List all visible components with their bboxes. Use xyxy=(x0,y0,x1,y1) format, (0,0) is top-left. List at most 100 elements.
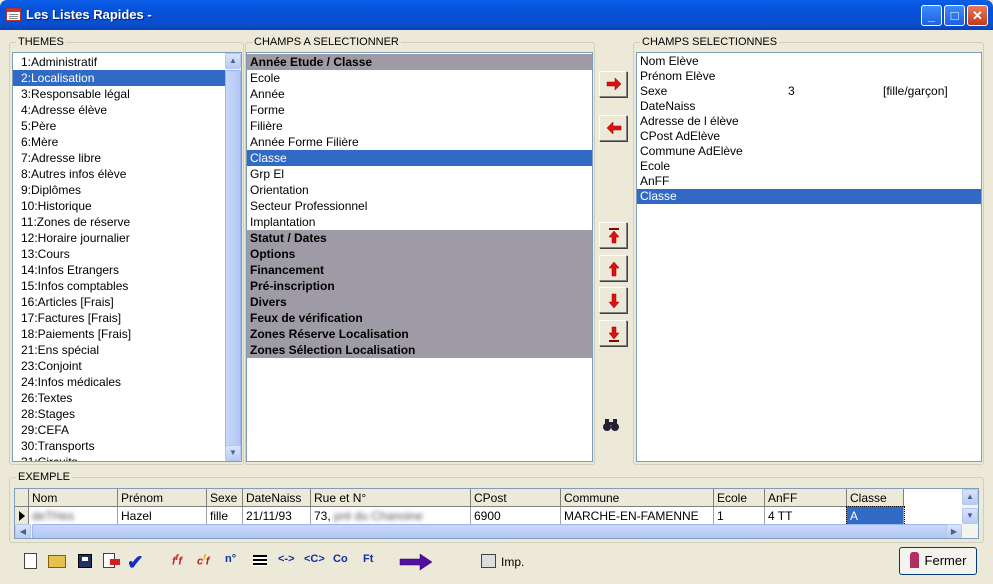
theme-item[interactable]: 24:Infos médicales xyxy=(13,374,225,390)
field-category[interactable]: Zones Réserve Localisation xyxy=(247,326,592,342)
swap-c-button[interactable]: <C> xyxy=(304,553,325,571)
grid-cell[interactable]: deTHes xyxy=(29,507,118,525)
column-header[interactable]: CPost xyxy=(471,489,561,507)
scroll-thumb[interactable] xyxy=(225,70,241,448)
theme-item[interactable]: 31:Circuits xyxy=(13,454,225,461)
ft-button[interactable]: Ft xyxy=(363,553,373,571)
print-icon[interactable] xyxy=(481,554,496,568)
field-category[interactable]: Statut / Dates xyxy=(247,230,592,246)
theme-item[interactable]: 5:Père xyxy=(13,118,225,134)
column-header[interactable]: Commune xyxy=(561,489,714,507)
selected-field-item[interactable]: Sexe 3 [fille/garçon] xyxy=(637,84,981,99)
field-category[interactable]: Financement xyxy=(247,262,592,278)
theme-item[interactable]: 21:Ens spécial xyxy=(13,342,225,358)
field-item[interactable]: Année xyxy=(247,86,592,102)
check-icon[interactable]: ✔ xyxy=(127,550,144,575)
theme-item[interactable]: 9:Diplômes xyxy=(13,182,225,198)
theme-item[interactable]: 14:Infos Etrangers xyxy=(13,262,225,278)
scroll-up-icon[interactable]: ▲ xyxy=(225,53,241,69)
field-category[interactable]: Année Etude / Classe xyxy=(247,54,592,70)
move-bottom-button[interactable] xyxy=(599,320,627,346)
column-header[interactable]: AnFF xyxy=(765,489,847,507)
column-header[interactable]: Ecole xyxy=(714,489,765,507)
move-up-button[interactable] xyxy=(599,255,627,281)
print-label[interactable]: Imp. xyxy=(501,555,524,569)
grid-cell[interactable]: 73, pré du Chanoine xyxy=(311,507,471,525)
theme-item[interactable]: 17:Factures [Frais] xyxy=(13,310,225,326)
grid-cell[interactable]: MARCHE-EN-FAMENNE xyxy=(561,507,714,525)
theme-item[interactable]: 11:Zones de réserve xyxy=(13,214,225,230)
save-icon[interactable] xyxy=(78,554,92,568)
open-folder-icon[interactable] xyxy=(48,555,66,568)
theme-item[interactable]: 3:Responsable légal xyxy=(13,86,225,102)
scroll-down-icon[interactable]: ▼ xyxy=(225,445,241,461)
field-item[interactable]: Forme xyxy=(247,102,592,118)
theme-item[interactable]: 12:Horaire journalier xyxy=(13,230,225,246)
selected-field-item[interactable]: Commune AdElève xyxy=(637,144,981,159)
theme-item[interactable]: 28:Stages xyxy=(13,406,225,422)
column-header[interactable]: Nom xyxy=(29,489,118,507)
theme-item[interactable]: 8:Autres infos élève xyxy=(13,166,225,182)
grid-cell[interactable]: A xyxy=(846,506,905,526)
grid-cell[interactable]: fille xyxy=(207,507,243,525)
column-header[interactable]: Classe xyxy=(847,489,904,507)
column-header[interactable]: DateNaiss xyxy=(243,489,311,507)
field-item[interactable]: Implantation xyxy=(247,214,592,230)
minimize-button[interactable]: _ xyxy=(921,5,942,26)
themes-list[interactable]: 1:Administratif 2:Localisation 3:Responsab… xyxy=(12,52,242,462)
theme-item[interactable]: 15:Infos comptables xyxy=(13,278,225,294)
grid-hscroll[interactable]: ◀ ▶ xyxy=(15,524,978,538)
field-item[interactable]: Orientation xyxy=(247,182,592,198)
selected-field-item[interactable]: DateNaiss xyxy=(637,99,981,114)
font-yellow-icon[interactable]: cff xyxy=(197,553,209,571)
close-button[interactable]: ✕ xyxy=(967,5,988,26)
field-item[interactable]: Filière xyxy=(247,118,592,134)
grid-cell[interactable]: 6900 xyxy=(471,507,561,525)
field-category[interactable]: Zones Sélection Localisation xyxy=(247,342,592,358)
new-file-icon[interactable] xyxy=(24,553,37,569)
example-grid[interactable]: Nom deTHes Prénom Hazel Sexe fille DateNaiss 21… xyxy=(14,488,979,539)
theme-item[interactable]: 30:Transports xyxy=(13,438,225,454)
theme-item[interactable]: 26:Textes xyxy=(13,390,225,406)
scroll-left-icon[interactable]: ◀ xyxy=(15,524,31,538)
go-arrow-icon[interactable] xyxy=(399,553,433,574)
selected-field-item[interactable]: Prénom Elève xyxy=(637,69,981,84)
scroll-down-icon[interactable]: ▼ xyxy=(962,508,978,524)
binoculars-icon[interactable] xyxy=(602,418,620,432)
field-item[interactable]: Ecole xyxy=(247,70,592,86)
field-category[interactable]: Options xyxy=(247,246,592,262)
fields-list[interactable]: Année Etude / Classe Ecole Année Forme Filiè… xyxy=(246,52,593,462)
field-item[interactable]: Grp El xyxy=(247,166,592,182)
grid-cell[interactable]: 21/11/93 xyxy=(243,507,311,525)
grid-cell[interactable]: 1 xyxy=(714,507,765,525)
selected-field-item[interactable]: CPost AdElève xyxy=(637,129,981,144)
selected-field-item[interactable]: Adresse de l élève xyxy=(637,114,981,129)
scroll-thumb[interactable] xyxy=(32,524,952,538)
selected-field-item[interactable]: Ecole xyxy=(637,159,981,174)
scroll-right-icon[interactable]: ▶ xyxy=(946,524,962,538)
grid-cell[interactable]: Hazel xyxy=(118,507,207,525)
theme-item[interactable]: 10:Historique xyxy=(13,198,225,214)
font-red-icon[interactable]: fff xyxy=(172,553,182,571)
theme-item[interactable]: 23:Conjoint xyxy=(13,358,225,374)
column-header[interactable]: Sexe xyxy=(207,489,243,507)
co-button[interactable]: Co xyxy=(333,553,348,571)
move-down-button[interactable] xyxy=(599,287,627,313)
swap-button[interactable]: <-> xyxy=(278,553,295,571)
theme-item[interactable]: 18:Paiements [Frais] xyxy=(13,326,225,342)
add-field-button[interactable] xyxy=(599,71,627,97)
theme-item[interactable]: 13:Cours xyxy=(13,246,225,262)
field-category[interactable]: Feux de vérification xyxy=(247,310,592,326)
scroll-up-icon[interactable]: ▲ xyxy=(962,489,978,505)
column-header[interactable]: Prénom xyxy=(118,489,207,507)
theme-item[interactable]: 2:Localisation xyxy=(13,70,225,86)
selected-field-item[interactable]: Nom Elève xyxy=(637,54,981,69)
field-category[interactable]: Divers xyxy=(247,294,592,310)
themes-scrollbar[interactable]: ▲ ▼ xyxy=(225,53,241,461)
close-form-button[interactable]: Fermer xyxy=(899,547,977,575)
theme-item[interactable]: 6:Mère xyxy=(13,134,225,150)
theme-item[interactable]: 4:Adresse élève xyxy=(13,102,225,118)
field-item[interactable]: Classe xyxy=(247,150,592,166)
remove-field-button[interactable] xyxy=(599,115,627,141)
field-item[interactable]: Année Forme Filière xyxy=(247,134,592,150)
